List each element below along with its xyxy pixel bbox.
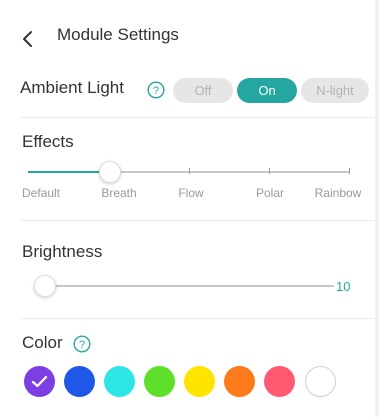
effect-option-breath[interactable]: Breath bbox=[89, 186, 149, 200]
ambient-light-row: Ambient Light ? Off On N-light bbox=[0, 72, 375, 108]
color-swatch-purple[interactable] bbox=[24, 366, 55, 397]
module-settings-panel: Module Settings Ambient Light ? Off On N… bbox=[0, 0, 375, 417]
color-swatch-pink[interactable] bbox=[264, 366, 295, 397]
divider bbox=[20, 318, 375, 319]
brightness-title: Brightness bbox=[22, 242, 103, 261]
divider bbox=[20, 220, 375, 221]
effects-slider-fill bbox=[28, 171, 110, 173]
help-icon[interactable]: ? bbox=[147, 81, 165, 99]
effect-option-polar[interactable]: Polar bbox=[240, 186, 300, 200]
effects-tick bbox=[189, 168, 190, 174]
color-swatch-white[interactable] bbox=[305, 366, 336, 397]
brightness-value: 10 bbox=[336, 279, 351, 294]
effect-option-rainbow[interactable]: Rainbow bbox=[308, 186, 368, 200]
brightness-slider-track[interactable] bbox=[44, 285, 334, 287]
help-icon[interactable]: ? bbox=[73, 335, 91, 353]
checkmark-icon bbox=[31, 375, 48, 388]
divider bbox=[20, 117, 375, 118]
ambient-off-button[interactable]: Off bbox=[173, 78, 233, 103]
ambient-on-button[interactable]: On bbox=[237, 78, 297, 103]
page-title: Module Settings bbox=[57, 25, 179, 44]
ambient-light-label: Ambient Light bbox=[20, 78, 124, 97]
color-swatch-cyan[interactable] bbox=[104, 366, 135, 397]
color-title: Color bbox=[22, 333, 63, 352]
effects-tick bbox=[349, 168, 350, 174]
effect-option-flow[interactable]: Flow bbox=[161, 186, 221, 200]
chevron-left-icon[interactable] bbox=[17, 28, 39, 50]
color-swatch-orange[interactable] bbox=[224, 366, 255, 397]
svg-text:?: ? bbox=[153, 85, 159, 97]
ambient-n-light-button[interactable]: N-light bbox=[301, 78, 369, 103]
header: Module Settings bbox=[0, 0, 375, 68]
color-swatch-green[interactable] bbox=[144, 366, 175, 397]
brightness-slider-thumb[interactable] bbox=[34, 275, 56, 297]
effects-tick bbox=[269, 168, 270, 174]
color-swatch-yellow[interactable] bbox=[184, 366, 215, 397]
effects-slider-thumb[interactable] bbox=[99, 161, 121, 183]
color-swatch-blue[interactable] bbox=[64, 366, 95, 397]
effects-title: Effects bbox=[22, 132, 74, 151]
svg-text:?: ? bbox=[79, 339, 85, 351]
effect-option-default[interactable]: Default bbox=[11, 186, 71, 200]
